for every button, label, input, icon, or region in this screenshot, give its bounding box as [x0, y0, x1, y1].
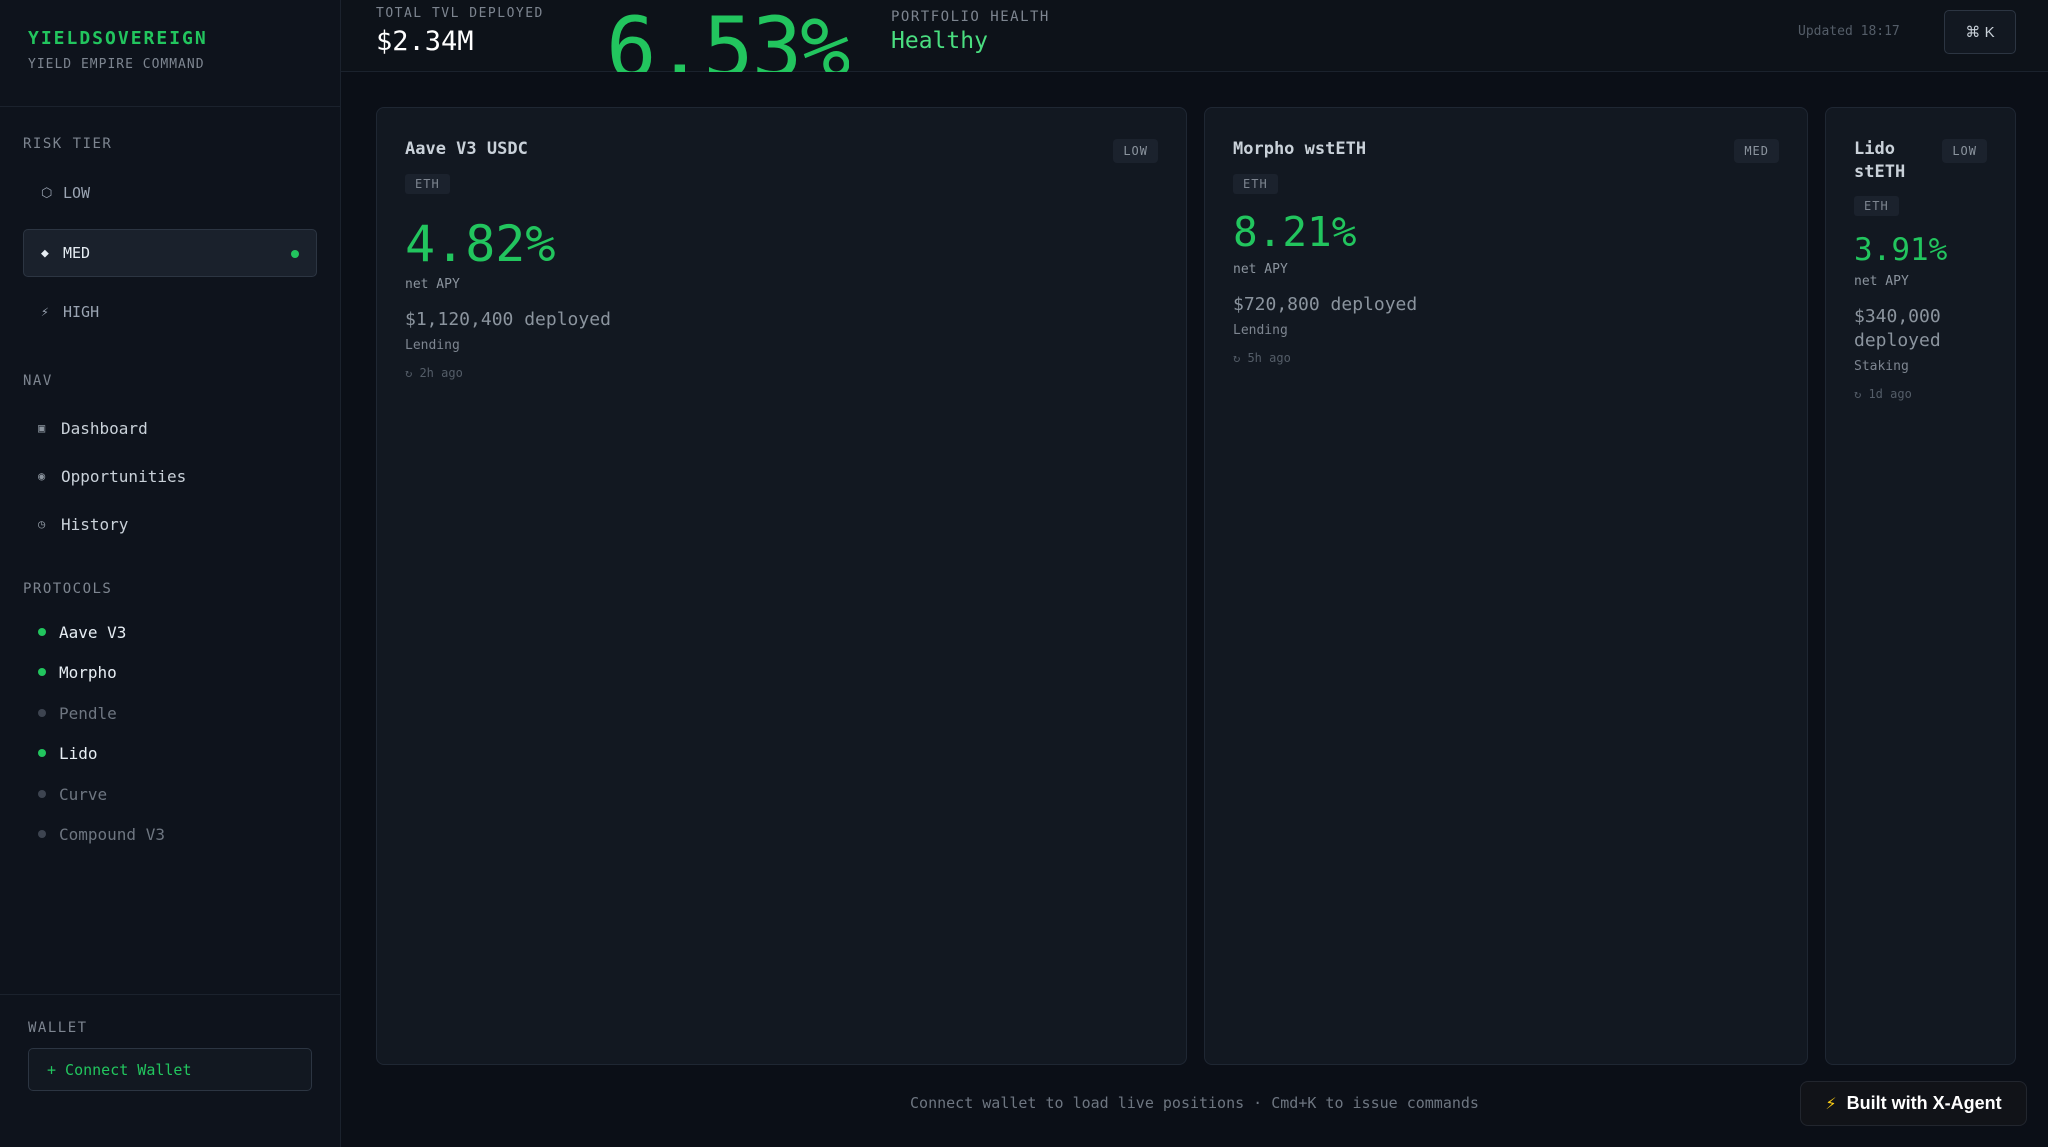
category-label: Lending [1233, 323, 1288, 338]
risk-badge: LOW [1113, 139, 1158, 163]
opportunity-card[interactable]: Morpho wstETH MED ETH 8.21% net APY $720… [1204, 107, 1808, 1065]
risk-badge: LOW [1942, 139, 1987, 163]
nav-item-dashboard[interactable]: ▣ Dashboard [38, 413, 148, 443]
risk-badge: MED [1734, 139, 1779, 163]
target-icon: ◉ [38, 469, 46, 483]
active-indicator-dot [291, 250, 299, 258]
built-with-button[interactable]: ⚡ Built with X-Agent [1800, 1081, 2027, 1126]
protocols-label: PROTOCOLS [23, 581, 113, 597]
chain-badge: ETH [1233, 174, 1278, 194]
diamond-icon: ◆ [41, 245, 49, 261]
opportunity-card[interactable]: Lido stETH LOW ETH 3.91% net APY $340,00… [1825, 107, 2016, 1065]
hexagon-outline-icon: ⬡ [41, 185, 53, 201]
clock-icon: ◷ [38, 517, 46, 531]
header-bar: TOTAL TVL DEPLOYED $2.34M 6.53% PORTFOLI… [341, 0, 2048, 72]
card-apy: 4.82% [405, 215, 556, 273]
command-palette-button[interactable]: ⌘ K [1944, 10, 2016, 54]
refresh-time: ↻ 1d ago [1854, 387, 1912, 401]
nav-label: NAV [23, 373, 53, 389]
net-apy-value: 6.53% [606, 0, 849, 72]
lightning-icon: ⚡ [41, 304, 49, 320]
tier-label: MED [63, 244, 91, 262]
status-dot-icon [38, 790, 46, 798]
deployed-amount: $340,000 deployed [1854, 306, 1941, 351]
protocol-label: Lido [59, 743, 98, 763]
status-dot-icon [38, 749, 46, 757]
tier-label: LOW [63, 184, 91, 202]
nav-item-opportunities[interactable]: ◉ Opportunities [38, 461, 186, 491]
updated-timestamp: Updated 18:17 [1798, 24, 1900, 39]
protocol-item-compound[interactable]: Compound V3 [38, 821, 165, 847]
status-dot-icon [38, 628, 46, 636]
connect-wallet-button[interactable]: + Connect Wallet [28, 1048, 312, 1091]
tier-item-high[interactable]: ⚡ HIGH [23, 288, 317, 336]
lightning-icon: ⚡ [1825, 1095, 1837, 1113]
built-with-label: Built with X-Agent [1846, 1093, 2002, 1113]
card-apy: 8.21% [1233, 208, 1357, 256]
chain-badge: ETH [1854, 196, 1899, 216]
app-root: YIELDSOVEREIGN YIELD EMPIRE COMMAND RISK… [0, 0, 2048, 1147]
nav-label-text: Opportunities [61, 466, 187, 486]
nav-label-text: Dashboard [61, 418, 148, 438]
protocol-item-lido[interactable]: Lido [38, 740, 98, 766]
protocol-label: Compound V3 [59, 824, 165, 844]
card-apy: 3.91% [1854, 232, 1948, 268]
divider [0, 106, 341, 107]
tvl-value: $2.34M [376, 26, 474, 57]
status-dot-icon [38, 668, 46, 676]
protocol-item-morpho[interactable]: Morpho [38, 659, 117, 685]
grid-square-icon: ▣ [38, 421, 46, 435]
protocol-item-curve[interactable]: Curve [38, 781, 107, 807]
tvl-label: TOTAL TVL DEPLOYED [376, 6, 544, 21]
brand-name: YIELDSOVEREIGN [28, 28, 208, 49]
apy-label: net APY [1233, 262, 1288, 277]
category-label: Lending [405, 338, 460, 353]
health-label: PORTFOLIO HEALTH [891, 9, 1050, 25]
tier-item-low[interactable]: ⬡ LOW [23, 169, 317, 217]
refresh-time: ↻ 2h ago [405, 366, 463, 380]
status-dot-icon [38, 709, 46, 717]
protocol-item-aave[interactable]: Aave V3 [38, 619, 126, 645]
card-title: Lido stETH [1854, 139, 1906, 182]
nav-item-history[interactable]: ◷ History [38, 509, 128, 539]
tier-label: HIGH [63, 303, 100, 321]
opportunity-card[interactable]: Aave V3 USDC LOW ETH 4.82% net APY $1,12… [376, 107, 1187, 1065]
brand: YIELDSOVEREIGN YIELD EMPIRE COMMAND [28, 28, 208, 72]
wallet-label: WALLET [28, 1020, 88, 1036]
refresh-time: ↻ 5h ago [1233, 351, 1291, 365]
sidebar: YIELDSOVEREIGN YIELD EMPIRE COMMAND RISK… [0, 0, 341, 1147]
apy-label: net APY [405, 277, 460, 292]
protocol-item-pendle[interactable]: Pendle [38, 700, 117, 726]
card-title: Morpho wstETH [1233, 139, 1367, 159]
chain-badge: ETH [405, 174, 450, 194]
status-dot-icon [38, 830, 46, 838]
nav-label-text: History [61, 514, 129, 534]
deployed-amount: $720,800 deployed [1233, 294, 1418, 315]
apy-label: net APY [1854, 274, 1909, 289]
card-title: Aave V3 USDC [405, 139, 528, 159]
footer-hint: Connect wallet to load live positions · … [910, 1094, 1479, 1112]
protocol-label: Aave V3 [59, 622, 127, 642]
protocol-label: Pendle [59, 703, 117, 723]
risk-tier-label: RISK TIER [23, 136, 113, 152]
brand-subtitle: YIELD EMPIRE COMMAND [28, 57, 205, 72]
divider [0, 994, 341, 995]
deployed-amount: $1,120,400 deployed [405, 309, 611, 330]
tier-item-med[interactable]: ◆ MED [23, 229, 317, 277]
protocol-label: Curve [59, 784, 108, 804]
protocol-label: Morpho [59, 662, 117, 682]
health-value: Healthy [891, 28, 988, 54]
category-label: Staking [1854, 359, 1909, 374]
